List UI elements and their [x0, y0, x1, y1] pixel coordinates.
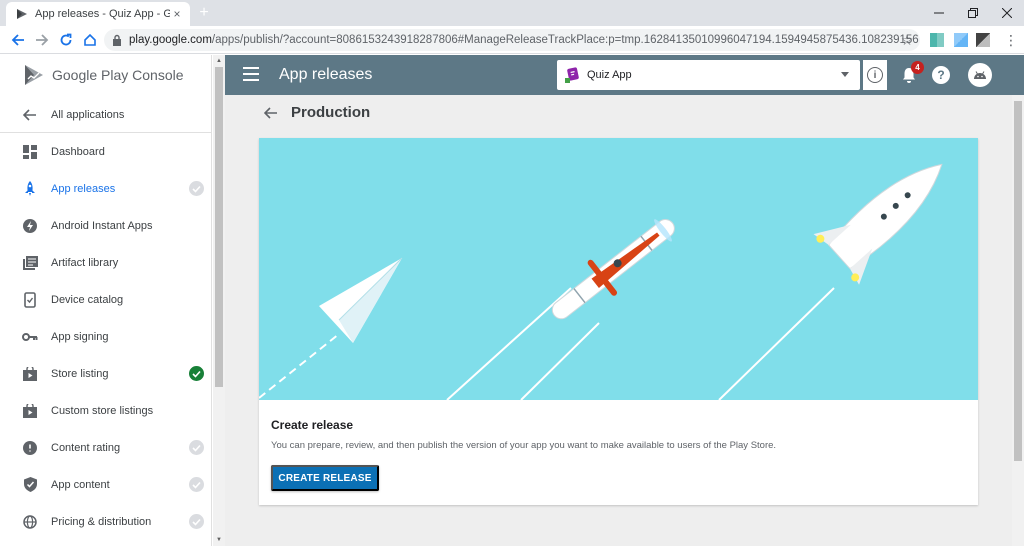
browser-tab[interactable]: App releases - Quiz App - Google ×	[6, 2, 190, 26]
chevron-down-icon	[841, 72, 849, 77]
browser-toolbar: play.google.com/apps/publish/?account=80…	[0, 26, 1024, 54]
main-scroll-thumb[interactable]	[1014, 101, 1022, 461]
play-console-logo-icon	[25, 65, 43, 85]
pending-check-icon	[189, 514, 204, 529]
close-window-icon[interactable]	[990, 0, 1024, 26]
restore-icon[interactable]	[956, 0, 990, 26]
complete-check-icon	[189, 366, 204, 381]
quiz-app-icon	[565, 67, 579, 83]
minimize-icon[interactable]	[922, 0, 956, 26]
device-icon	[22, 291, 38, 308]
sidebar-item-pricing-distribution[interactable]: Pricing & distribution	[0, 503, 211, 540]
sidebar-item-label: Android Instant Apps	[51, 219, 153, 232]
sidebar-item-app-content[interactable]: App content	[0, 466, 211, 503]
app-selector-dropdown[interactable]: Quiz App	[557, 60, 860, 90]
card-title: Create release	[271, 418, 354, 432]
browser-tab-bar: App releases - Quiz App - Google × +	[0, 0, 1024, 26]
tab-title: App releases - Quiz App - Google	[35, 8, 170, 20]
hamburger-menu-icon[interactable]	[243, 67, 259, 81]
help-icon[interactable]: ?	[932, 66, 950, 84]
sidebar-item-custom-store-listings[interactable]: Custom store listings	[0, 392, 211, 429]
app-bar-title: App releases	[279, 66, 373, 83]
flying-objects-illustration	[259, 163, 943, 400]
pending-check-icon	[189, 477, 204, 492]
tab-close-icon[interactable]: ×	[170, 7, 184, 21]
card-description: You can prepare, review, and then publis…	[271, 440, 777, 451]
main-content: Production Create release You can prepar…	[225, 95, 1012, 546]
sidebar-item-app-signing[interactable]: App signing	[0, 318, 211, 355]
sidebar-item-artifact-library[interactable]: Artifact library	[0, 244, 211, 281]
sidebar-item-label: Pricing & distribution	[51, 515, 152, 528]
sidebar-item-content-rating[interactable]: Content rating	[0, 429, 211, 466]
all-applications-link[interactable]: All applications	[0, 97, 211, 133]
selected-app-name: Quiz App	[587, 69, 632, 81]
sidebar-item-label: Custom store listings	[51, 404, 154, 417]
lock-icon	[113, 34, 121, 46]
store-icon	[22, 366, 38, 382]
sidebar-item-label: Content rating	[51, 441, 121, 454]
rating-icon	[22, 440, 38, 456]
bookmark-star-icon[interactable]: ☆	[898, 30, 916, 50]
sidebar-item-label: Store listing	[51, 367, 109, 380]
info-icon: i	[867, 67, 883, 83]
sidebar-item-label: Device catalog	[51, 293, 124, 306]
bolt-icon	[22, 218, 38, 234]
biplane-graphic	[551, 219, 675, 320]
sidebar-item-device-catalog[interactable]: Device catalog	[0, 281, 211, 318]
forward-icon[interactable]	[32, 30, 52, 50]
sidebar-item-store-listing[interactable]: Store listing	[0, 355, 211, 392]
scroll-up-icon[interactable]: ▲	[216, 58, 222, 64]
info-button[interactable]: i	[863, 60, 887, 90]
sidebar-item-label: App signing	[51, 330, 109, 343]
page-title: Production	[291, 104, 371, 121]
url-path: /apps/publish/?account=80861532439182878…	[211, 34, 920, 46]
account-avatar[interactable]	[968, 63, 992, 87]
create-release-card: Create release You can prepare, review, …	[259, 138, 978, 505]
rocket-icon	[22, 180, 38, 197]
sidebar-item-label: Dashboard	[51, 145, 105, 158]
new-tab-icon[interactable]: +	[196, 4, 212, 22]
arrow-back-icon	[22, 107, 38, 123]
back-arrow-icon[interactable]	[261, 105, 281, 121]
reload-icon[interactable]	[56, 30, 76, 50]
sidebar-scrollbar[interactable]: ▲ ▼	[213, 55, 225, 546]
sidebar-item-label: Artifact library	[51, 256, 119, 269]
sidebar-scroll-thumb[interactable]	[215, 67, 223, 387]
address-bar[interactable]: play.google.com/apps/publish/?account=80…	[104, 29, 920, 51]
google-play-console-logo[interactable]: Google Play Console	[24, 63, 184, 87]
store-icon	[22, 403, 38, 419]
notification-count-badge: 4	[911, 61, 924, 74]
sidebar-item-android-instant-apps[interactable]: Android Instant Apps	[0, 207, 211, 244]
key-icon	[22, 329, 38, 345]
sidebar-item-label: App content	[51, 478, 110, 491]
extension-icon[interactable]	[976, 33, 990, 47]
play-console-favicon-icon	[17, 9, 27, 19]
logo-text: Google Play Console	[52, 67, 184, 83]
pending-check-icon	[189, 181, 204, 196]
extension-icon[interactable]	[930, 33, 944, 47]
sidebar-item-app-releases[interactable]: App releases	[0, 170, 211, 207]
shield-icon	[22, 477, 38, 493]
create-release-button[interactable]: CREATE RELEASE	[271, 465, 379, 491]
app-bar: App releases Quiz App i 4 ?	[225, 55, 1024, 95]
dashboard-icon	[22, 144, 38, 160]
hero-illustration	[259, 138, 978, 400]
home-icon[interactable]	[80, 30, 100, 50]
url-host: play.google.com	[129, 34, 212, 46]
sidebar-item-dashboard[interactable]: Dashboard	[0, 133, 211, 170]
sidebar-item-label: App releases	[51, 182, 116, 195]
paper-plane-graphic	[319, 257, 403, 343]
back-icon[interactable]	[8, 30, 28, 50]
all-applications-label: All applications	[51, 108, 125, 121]
pending-check-icon	[189, 440, 204, 455]
rocket-graphic	[813, 163, 943, 285]
browser-menu-icon[interactable]: ⋮	[1004, 30, 1018, 50]
extension-icon[interactable]	[954, 33, 968, 47]
main-scrollbar[interactable]	[1012, 95, 1024, 546]
globe-icon	[22, 514, 38, 530]
scroll-down-icon[interactable]: ▼	[216, 537, 222, 543]
library-icon	[22, 255, 38, 271]
sidebar: Google Play Console All applications Das…	[0, 55, 212, 546]
android-icon	[974, 71, 986, 79]
